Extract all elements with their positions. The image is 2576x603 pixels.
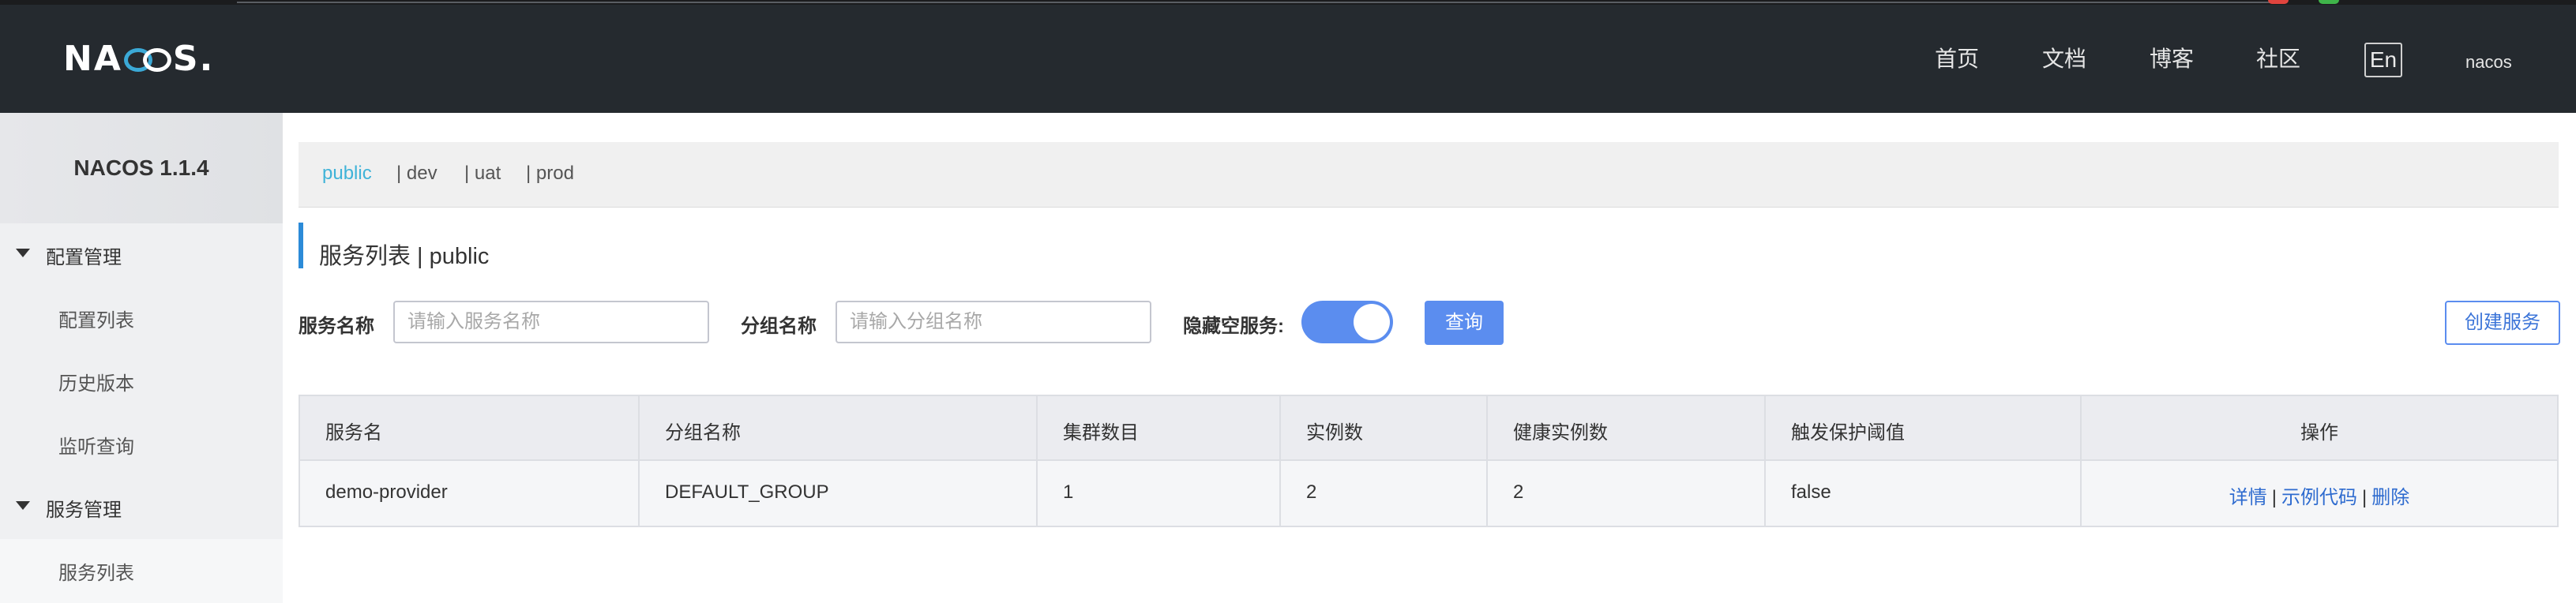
namespace-bar: public | dev | uat | prod xyxy=(299,142,2559,208)
column-header[interactable]: 触发保护阈值 xyxy=(1766,396,2082,459)
sidebar-group-config[interactable]: 配置管理 xyxy=(46,242,122,269)
language-toggle-button[interactable]: En xyxy=(2364,43,2402,77)
cell-instance-count: 2 xyxy=(1281,461,1488,526)
sidebar-active-item-bg xyxy=(0,539,283,603)
actions-column-label: 操作 xyxy=(2300,422,2338,444)
service-name-label: 服务名称 xyxy=(299,316,374,337)
sidebar-item-config-list[interactable]: 配置列表 xyxy=(58,305,134,332)
logo-text-part2: S xyxy=(172,39,200,79)
sidebar-item-history[interactable]: 历史版本 xyxy=(58,368,134,395)
action-separator: | xyxy=(2271,487,2277,508)
window-control-red[interactable] xyxy=(2268,0,2289,4)
title-accent-bar xyxy=(299,223,303,268)
caret-down-icon[interactable] xyxy=(16,249,30,257)
top-header: NA S . 首页 文档 博客 社区 En nacos xyxy=(0,5,2576,113)
delete-link[interactable]: 删除 xyxy=(2371,487,2409,508)
sidebar-header: NACOS 1.1.4 xyxy=(0,113,283,223)
logo-dot: . xyxy=(199,39,215,79)
sidebar-item-service-list[interactable]: 服务列表 xyxy=(58,557,134,585)
cell-cluster-count: 1 xyxy=(1038,461,1281,526)
cell-service-name: demo-provider xyxy=(300,461,640,526)
column-header[interactable]: 实例数 xyxy=(1281,396,1488,459)
toggle-knob xyxy=(1354,304,1390,340)
namespace-uat[interactable]: | uat xyxy=(464,163,501,185)
create-service-button[interactable]: 创建服务 xyxy=(2445,301,2560,345)
cell-healthy-count: 2 xyxy=(1488,461,1766,526)
nav-blog[interactable]: 博客 xyxy=(2150,46,2194,73)
namespace-public[interactable]: public xyxy=(322,163,372,185)
window-top-line xyxy=(237,2,2274,3)
query-button[interactable]: 查询 xyxy=(1425,301,1504,345)
detail-link[interactable]: 详情 xyxy=(2229,487,2267,508)
column-header[interactable]: 健康实例数 xyxy=(1488,396,1766,459)
nav-home[interactable]: 首页 xyxy=(1935,46,1979,73)
group-name-label: 分组名称 xyxy=(741,316,817,337)
nav-community[interactable]: 社区 xyxy=(2256,46,2300,73)
group-name-input[interactable] xyxy=(836,301,1151,343)
user-name[interactable]: nacos xyxy=(2465,52,2512,73)
nacos-logo[interactable]: NA S . xyxy=(63,39,214,79)
table-row: demo-provider DEFAULT_GROUP 1 2 2 false … xyxy=(300,461,2557,526)
page-title: 服务列表 | public xyxy=(319,244,490,269)
caret-down-icon[interactable] xyxy=(16,501,30,510)
column-header[interactable]: 服务名 xyxy=(300,396,640,459)
hide-empty-toggle[interactable] xyxy=(1301,301,1393,343)
service-table: 服务名 分组名称 集群数目 实例数 健康实例数 触发保护阈值 操作 demo-p… xyxy=(299,395,2559,527)
action-separator: | xyxy=(2362,487,2368,508)
column-header[interactable]: 分组名称 xyxy=(640,396,1038,459)
sidebar-item-listener-query[interactable]: 监听查询 xyxy=(58,431,134,459)
cell-actions: 详情 | 示例代码 | 删除 xyxy=(2082,461,2557,526)
row-actions: 详情 | 示例代码 | 删除 xyxy=(2082,481,2557,509)
window-control-green[interactable] xyxy=(2319,0,2339,4)
sidebar-group-service[interactable]: 服务管理 xyxy=(46,494,122,522)
hide-empty-label: 隐藏空服务: xyxy=(1183,316,1284,337)
column-header: 操作 xyxy=(2082,396,2557,459)
logo-text-part1: NA xyxy=(63,39,122,79)
cell-protect-threshold: false xyxy=(1766,461,2082,526)
namespace-prod[interactable]: | prod xyxy=(526,163,574,185)
sample-code-link[interactable]: 示例代码 xyxy=(2281,487,2357,508)
column-header[interactable]: 集群数目 xyxy=(1038,396,1281,459)
cell-group-name: DEFAULT_GROUP xyxy=(640,461,1038,526)
sidebar: NACOS 1.1.4 配置管理 配置列表 历史版本 监听查询 服务管理 服务列… xyxy=(0,113,283,603)
sidebar-title: NACOS 1.1.4 xyxy=(73,155,209,180)
service-name-input[interactable] xyxy=(393,301,709,343)
table-header: 服务名 分组名称 集群数目 实例数 健康实例数 触发保护阈值 操作 xyxy=(300,396,2557,461)
namespace-dev[interactable]: | dev xyxy=(396,163,437,185)
nav-docs[interactable]: 文档 xyxy=(2042,46,2086,73)
logo-ring-white xyxy=(142,48,171,72)
